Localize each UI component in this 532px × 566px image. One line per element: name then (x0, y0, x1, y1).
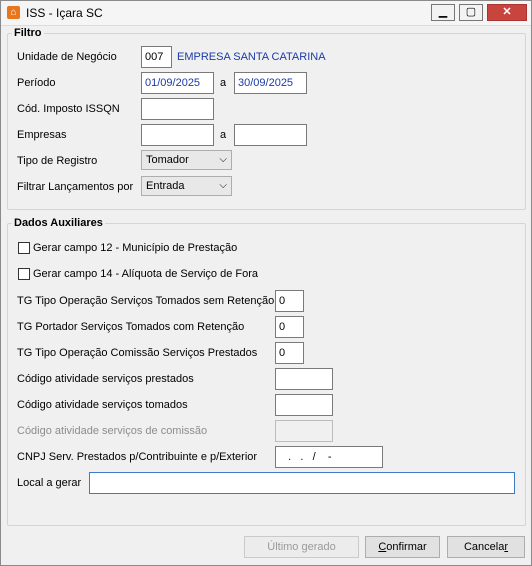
tipo-registro-value: Tomador (146, 154, 189, 166)
minimize-icon: ▁ (438, 6, 448, 18)
cod-comissao-label: Código atividade serviços de comissão (17, 425, 208, 437)
cancelar-button[interactable]: Cancelar (447, 536, 525, 558)
campo14-label: Gerar campo 14 - Alíquota de Serviço de … (33, 268, 259, 280)
window-title: ISS - Içara SC (26, 6, 103, 20)
close-icon: ✕ (502, 6, 512, 18)
tg-tipo-sem-ret-input[interactable]: 0 (275, 290, 304, 312)
chevron-down-icon: ⌵ (219, 154, 227, 165)
tg-portador-input[interactable]: 0 (275, 316, 304, 338)
campo14-checkbox[interactable] (18, 268, 30, 280)
campo12-checkbox[interactable] (18, 242, 30, 254)
periodo-separator: a (220, 77, 227, 89)
periodo-label: Período (17, 77, 56, 89)
local-input[interactable] (89, 472, 515, 494)
tg-tipo-sem-ret-label: TG Tipo Operação Serviços Tomados sem Re… (17, 295, 275, 307)
cod-prestados-input[interactable] (275, 368, 333, 390)
unidade-name: EMPRESA SANTA CATARINA (177, 51, 326, 63)
tipo-registro-select[interactable]: Tomador ⌵ (141, 150, 232, 170)
aux-legend: Dados Auxiliares (14, 217, 103, 229)
empresas-end-input[interactable] (234, 124, 307, 146)
cod-tomados-input[interactable] (275, 394, 333, 416)
empresas-label: Empresas (17, 129, 67, 141)
cod-tomados-label: Código atividade serviços tomados (17, 399, 188, 411)
tg-comissao-label: TG Tipo Operação Comissão Serviços Prest… (17, 347, 258, 359)
periodo-end-input[interactable]: 30/09/2025 (234, 72, 307, 94)
unidade-code-input[interactable]: 007 (141, 46, 172, 68)
filtro-legend: Filtro (14, 27, 42, 39)
cod-imposto-input[interactable] (141, 98, 214, 120)
unidade-label: Unidade de Negócio (17, 51, 117, 63)
empresas-separator: a (220, 129, 227, 141)
tipo-registro-label: Tipo de Registro (17, 155, 98, 167)
maximize-icon: ▢ (465, 6, 477, 18)
tg-comissao-input[interactable]: 0 (275, 342, 304, 364)
cod-prestados-label: Código atividade serviços prestados (17, 373, 194, 385)
local-label: Local a gerar (17, 477, 82, 489)
empresas-start-input[interactable] (141, 124, 214, 146)
periodo-start-input[interactable]: 01/09/2025 (141, 72, 214, 94)
ultimo-gerado-button[interactable]: Último gerado (244, 536, 359, 558)
title-bar: ⌂ ISS - Içara SC ▁ ▢ ✕ (1, 1, 531, 26)
close-button[interactable]: ✕ (487, 4, 527, 21)
cancelar-label-pre: Cancela (463, 541, 505, 553)
filtrar-select[interactable]: Entrada ⌵ (141, 176, 232, 196)
cnpj-input[interactable]: . . / - (275, 446, 383, 468)
tg-portador-label: TG Portador Serviços Tomados com Retençã… (17, 321, 245, 333)
confirmar-button[interactable]: Confirmar (365, 536, 440, 558)
iss-window: ⌂ ISS - Içara SC ▁ ▢ ✕ Filtro Unidade de… (0, 0, 532, 566)
cod-imposto-label: Cód. Imposto ISSQN (17, 103, 120, 115)
cod-comissao-input (275, 420, 333, 442)
minimize-button[interactable]: ▁ (431, 4, 455, 21)
filtrar-value: Entrada (146, 180, 185, 192)
filtrar-label: Filtrar Lançamentos por (17, 181, 134, 193)
app-icon: ⌂ (7, 6, 20, 19)
cnpj-label: CNPJ Serv. Prestados p/Contribuinte e p/… (17, 451, 258, 463)
chevron-down-icon: ⌵ (219, 180, 227, 191)
confirmar-label-post: onfirmar (386, 541, 427, 553)
campo12-label: Gerar campo 12 - Município de Prestação (33, 242, 238, 254)
maximize-button[interactable]: ▢ (459, 4, 483, 21)
cancelar-label-hotkey: r (504, 541, 509, 553)
